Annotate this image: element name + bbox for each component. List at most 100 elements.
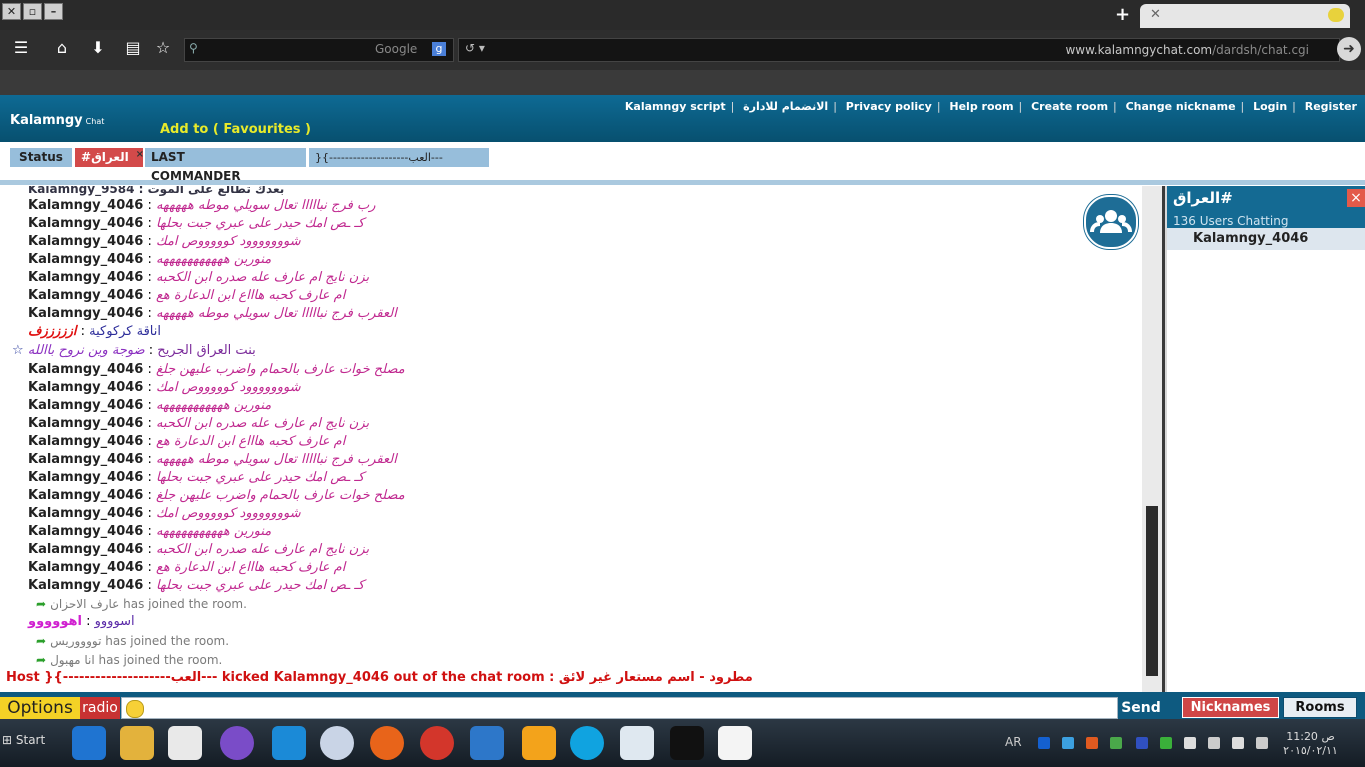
chat-nick[interactable]: Kalamngy_4046: [28, 452, 143, 467]
smiley-icon[interactable]: [126, 700, 144, 718]
network-icon[interactable]: [1208, 737, 1220, 749]
app-p-icon[interactable]: [522, 726, 556, 760]
tray-t-icon[interactable]: [1038, 737, 1050, 749]
user-list-item[interactable]: Kalamngy_4046: [1167, 228, 1365, 250]
menu-change-nickname[interactable]: Change nickname: [1126, 100, 1236, 113]
site-logo[interactable]: Kalamngy Chat: [10, 113, 104, 128]
window-restore-icon[interactable]: ▫: [23, 3, 42, 20]
close-tab-icon[interactable]: ×: [136, 145, 144, 164]
menu-create-room[interactable]: Create room: [1031, 100, 1108, 113]
ie-icon[interactable]: [72, 726, 106, 760]
chat-nick[interactable]: Kalamngy_4046: [28, 578, 143, 593]
chat-nick[interactable]: Kalamngy_4046: [28, 216, 143, 231]
options-button[interactable]: Options: [0, 697, 80, 719]
chat-nick[interactable]: Kalamngy_4046: [28, 270, 143, 285]
app-grid-icon[interactable]: [718, 726, 752, 760]
chat-line: Kalamngy_4046 : ام عارف كحبه هاااع ابن ا…: [28, 560, 346, 575]
action-center-icon[interactable]: [1184, 737, 1196, 749]
chat-nick[interactable]: Kalamngy_4046: [28, 524, 143, 539]
chat-nick[interactable]: Kalamngy_4046: [28, 362, 143, 377]
chat-nick[interactable]: Kalamngy_4046: [28, 416, 143, 431]
chrome-icon[interactable]: [420, 726, 454, 760]
app-maze-icon[interactable]: [620, 726, 654, 760]
chat-nick[interactable]: Kalamngy_4046: [28, 252, 143, 267]
scrollbar-thumb[interactable]: [1146, 506, 1158, 676]
home-icon[interactable]: ⌂: [51, 38, 73, 57]
send-button[interactable]: Send: [1118, 698, 1164, 719]
chat-nick[interactable]: اناقة كركوكية: [89, 324, 161, 339]
google-icon[interactable]: g: [432, 42, 446, 56]
chat-line: Kalamngy_4046 : كـ ـص امك حيدر على عبري …: [28, 578, 365, 593]
app-game-icon[interactable]: [670, 726, 704, 760]
chat-nick[interactable]: Kalamngy_4046: [28, 560, 143, 575]
menu-join-admin[interactable]: الانضمام للادارة: [743, 100, 828, 113]
language-indicator[interactable]: AR: [1005, 735, 1022, 749]
firefox-icon[interactable]: [370, 726, 404, 760]
skype-icon[interactable]: [570, 726, 604, 760]
address-bar[interactable]: ↺ ▾ www.kalamngychat.com/dardsh/chat.cgi: [458, 38, 1340, 62]
rooms-button[interactable]: Rooms: [1283, 697, 1357, 718]
chat-nick[interactable]: Kalamngy_4046: [28, 488, 143, 503]
radio-button[interactable]: radio: [80, 697, 120, 719]
nicknames-button[interactable]: Nicknames: [1182, 697, 1279, 718]
download-icon[interactable]: ⬇: [87, 38, 109, 57]
bluetooth-icon[interactable]: [1136, 737, 1148, 749]
menu-icon[interactable]: ☰: [10, 38, 32, 57]
chat-nick[interactable]: Kalamngy_4046: [28, 306, 143, 321]
volume-icon[interactable]: [1256, 737, 1268, 749]
tab-close-icon[interactable]: ✕: [1150, 7, 1161, 22]
tray-shield-icon[interactable]: [1160, 737, 1172, 749]
go-arrow-icon[interactable]: ➜: [1337, 37, 1361, 61]
chat-line: Kalamngy_4046 : مصلح خوات عارف بالحمام و…: [28, 488, 405, 503]
app-n-icon[interactable]: [272, 726, 306, 760]
menu-privacy-policy[interactable]: Privacy policy: [846, 100, 932, 113]
chat-nick[interactable]: Kalamngy_4046: [28, 506, 143, 521]
system-clock[interactable]: 11:20 ص ٢٠١٥/٠٢/١١: [1283, 730, 1338, 758]
tray-app2-icon[interactable]: [1086, 737, 1098, 749]
chat-nick[interactable]: Kalamngy_4046: [28, 542, 143, 557]
bookmark-star-icon[interactable]: ☆: [152, 38, 174, 57]
clipboard-icon[interactable]: ▤: [122, 38, 144, 57]
viber-icon[interactable]: [220, 726, 254, 760]
favourites-link[interactable]: ( Favourites ): [213, 122, 311, 137]
chat-nick[interactable]: Kalamngy_4046: [28, 470, 143, 485]
tab-room-iraq[interactable]: #العراق ×: [75, 145, 144, 167]
search-box[interactable]: ⚲ Google g: [184, 38, 454, 62]
start-button[interactable]: ⊞ Start: [2, 733, 45, 747]
window-minimize-icon[interactable]: –: [44, 3, 63, 20]
message-input[interactable]: [121, 697, 1118, 719]
explorer-icon[interactable]: [120, 726, 154, 760]
new-tab-icon[interactable]: +: [1115, 4, 1130, 25]
menu-kalamngy-script[interactable]: Kalamngy script: [625, 100, 726, 113]
toolbar-gap: [0, 70, 1365, 95]
chat-text: كـ ـص امك حيدر على عبري جبت بحلها: [156, 578, 365, 593]
tab-private-last-commander[interactable]: LAST COMMANDER____: [145, 148, 306, 183]
menu-login[interactable]: Login: [1253, 100, 1287, 113]
browser-tab[interactable]: ✕: [1140, 4, 1350, 28]
chat-nick[interactable]: Kalamngy_4046: [28, 434, 143, 449]
app-swirl-icon[interactable]: [320, 726, 354, 760]
tab-status[interactable]: Status: [10, 148, 72, 167]
chat-nick[interactable]: Kalamngy_4046: [28, 380, 143, 395]
chat-nick[interactable]: Kalamngy_4046: [28, 288, 143, 303]
menu-register[interactable]: Register: [1305, 100, 1357, 113]
tab-private-player[interactable]: }{--------------------العب---: [309, 148, 489, 167]
chat-scrollbar[interactable]: [1142, 186, 1162, 692]
tray-app-icon[interactable]: [1062, 737, 1074, 749]
add-to-favourites[interactable]: Add to ( Favourites ): [160, 122, 311, 137]
media-player-icon[interactable]: [168, 726, 202, 760]
menu-help-room[interactable]: Help room: [949, 100, 1013, 113]
battery-icon[interactable]: [1232, 737, 1244, 749]
history-icon[interactable]: ↺ ▾: [465, 41, 485, 55]
users-group-icon[interactable]: [1084, 195, 1138, 249]
chat-nick[interactable]: اسوووو: [95, 614, 135, 629]
sidebar-close-icon[interactable]: ×: [1347, 189, 1365, 207]
window-close-icon[interactable]: ✕: [2, 3, 21, 20]
app-folder-icon[interactable]: [470, 726, 504, 760]
chat-nick[interactable]: Kalamngy_4046: [28, 234, 143, 249]
chat-nick[interactable]: بنت العراق الجريح: [157, 343, 255, 358]
add-to-label: Add to: [160, 122, 209, 137]
chat-nick[interactable]: Kalamngy_4046: [28, 398, 143, 413]
chat-nick[interactable]: Kalamngy_4046: [28, 198, 143, 213]
tray-app3-icon[interactable]: [1110, 737, 1122, 749]
